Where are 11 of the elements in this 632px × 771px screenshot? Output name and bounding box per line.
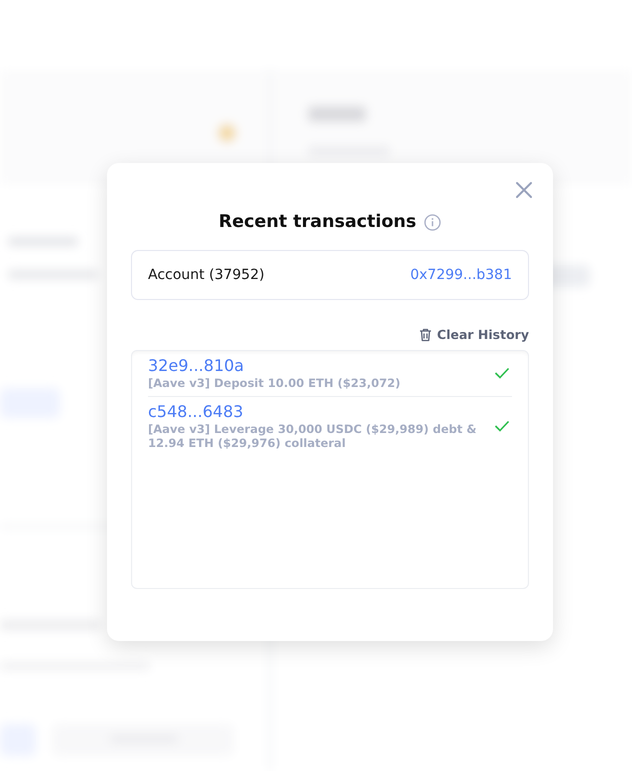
close-icon[interactable] xyxy=(515,181,533,199)
clear-history-button[interactable]: Clear History xyxy=(419,327,529,342)
trash-icon xyxy=(419,328,432,342)
transaction-description: [Aave v3] Deposit 10.00 ETH ($23,072) xyxy=(148,376,402,390)
transaction-hash-link[interactable]: 32e9...810a xyxy=(148,356,244,376)
transaction-description: [Aave v3] Leverage 30,000 USDC ($29,989) debt & 12.94 ETH ($29,976) collateral xyxy=(148,422,478,450)
account-label: Account (37952) xyxy=(148,267,264,283)
modal-title: Recent transactions xyxy=(218,212,416,232)
info-icon[interactable] xyxy=(424,214,442,230)
address-link[interactable]: 0x7299...b381 xyxy=(410,267,512,283)
transaction-hash-link[interactable]: c548...6483 xyxy=(148,402,244,422)
